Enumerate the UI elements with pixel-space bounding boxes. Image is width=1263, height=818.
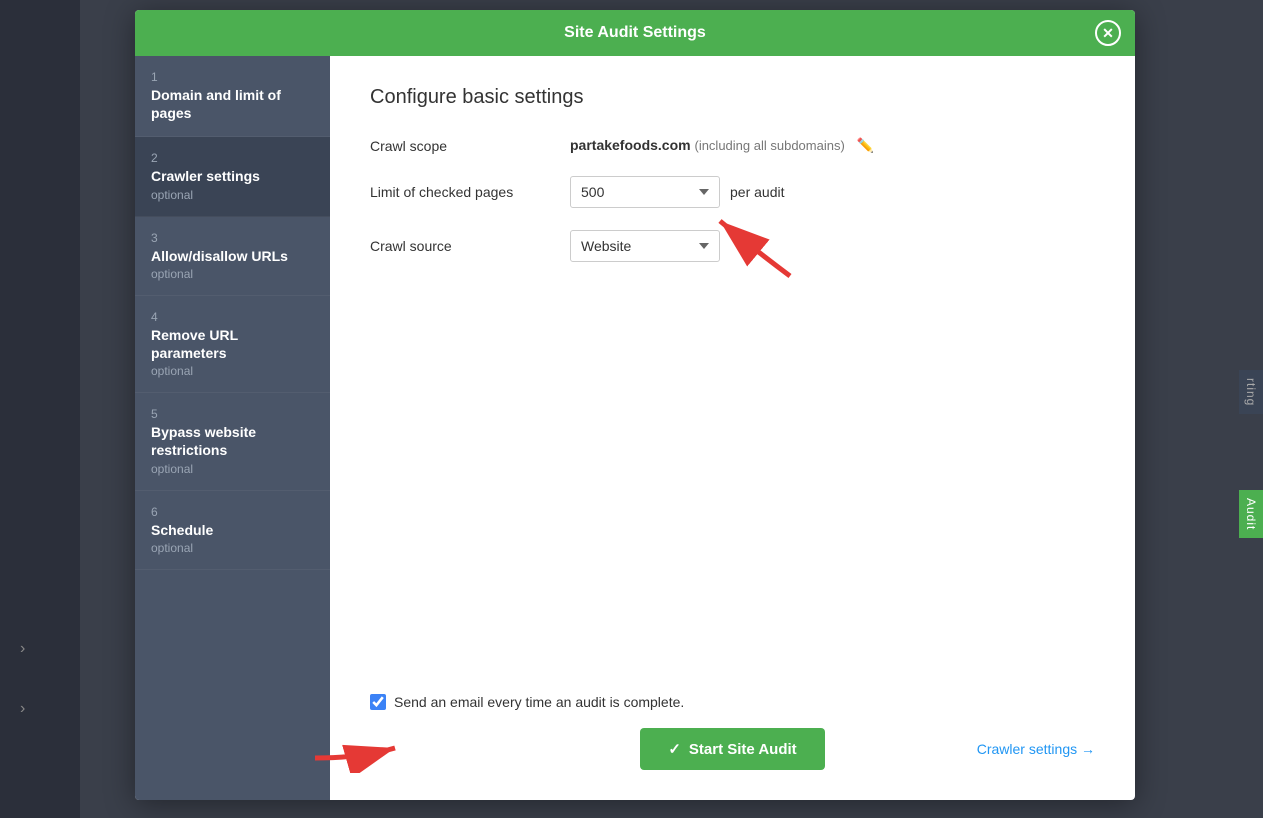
- crawl-scope-row: Crawl scope partakefoods.com (including …: [370, 137, 1095, 154]
- edit-crawl-scope-icon[interactable]: ✏️: [857, 137, 874, 153]
- nav-item-4-subtitle: optional: [151, 364, 314, 378]
- nav-item-remove-url[interactable]: 4 Remove URL parameters optional: [135, 296, 330, 393]
- nav-item-1-title: Domain and limit of pages: [151, 86, 314, 122]
- section-title: Configure basic settings: [370, 86, 1095, 109]
- settings-navigation: 1 Domain and limit of pages 2 Crawler se…: [135, 56, 330, 800]
- footer-area: Send an email every time an audit is com…: [370, 694, 1095, 770]
- nav-item-schedule[interactable]: 6 Schedule optional: [135, 491, 330, 570]
- nav-item-6-subtitle: optional: [151, 541, 314, 555]
- nav-item-2-subtitle: optional: [151, 188, 314, 202]
- nav-item-domain[interactable]: 1 Domain and limit of pages: [135, 56, 330, 137]
- site-audit-settings-modal: Site Audit Settings ✕ 1 Domain and limit…: [135, 10, 1135, 800]
- modal-title: Site Audit Settings: [564, 24, 706, 41]
- nav-item-5-number: 5: [151, 407, 314, 421]
- email-notification-row: Send an email every time an audit is com…: [370, 694, 1095, 710]
- right-audit-label[interactable]: Audit: [1239, 490, 1263, 538]
- modal-close-button[interactable]: ✕: [1095, 20, 1121, 46]
- nav-item-2-number: 2: [151, 151, 314, 165]
- sidebar-arrow-1[interactable]: ›: [20, 640, 25, 658]
- nav-item-3-subtitle: optional: [151, 267, 314, 281]
- right-reporting-label: rting: [1239, 370, 1263, 414]
- sidebar-arrow-2[interactable]: ›: [20, 700, 25, 718]
- start-audit-label: Start Site Audit: [689, 741, 797, 758]
- background-sidebar: › ›: [0, 0, 80, 818]
- nav-item-6-title: Schedule: [151, 521, 314, 539]
- email-notification-checkbox[interactable]: [370, 694, 386, 710]
- nav-item-bypass[interactable]: 5 Bypass website restrictions optional: [135, 393, 330, 490]
- crawler-settings-link[interactable]: Crawler settings →: [977, 741, 1095, 757]
- limit-pages-row: Limit of checked pages 500 per audit: [370, 176, 1095, 208]
- checkmark-icon: ✓: [668, 740, 681, 758]
- modal-body: 1 Domain and limit of pages 2 Crawler se…: [135, 56, 1135, 800]
- nav-item-2-title: Crawler settings: [151, 167, 314, 185]
- nav-item-6-number: 6: [151, 505, 314, 519]
- start-site-audit-button[interactable]: ✓ Start Site Audit: [640, 728, 824, 770]
- limit-pages-select[interactable]: 500: [570, 176, 720, 208]
- email-notification-label: Send an email every time an audit is com…: [394, 694, 684, 710]
- crawl-scope-note: (including all subdomains): [694, 138, 844, 153]
- per-audit-text: per audit: [730, 184, 784, 200]
- nav-item-3-number: 3: [151, 231, 314, 245]
- nav-item-crawler[interactable]: 2 Crawler settings optional: [135, 137, 330, 216]
- footer-actions: ✓ Start Site Audit Crawler settings →: [370, 728, 1095, 770]
- nav-item-allow-disallow[interactable]: 3 Allow/disallow URLs optional: [135, 217, 330, 296]
- crawl-source-label: Crawl source: [370, 238, 570, 254]
- crawl-source-select[interactable]: Website Sitemap Both: [570, 230, 720, 262]
- limit-pages-label: Limit of checked pages: [370, 184, 570, 200]
- modal-header: Site Audit Settings ✕: [135, 10, 1135, 56]
- modal-main-content: Configure basic settings Crawl scope par…: [330, 56, 1135, 800]
- nav-item-5-title: Bypass website restrictions: [151, 423, 314, 459]
- nav-item-5-subtitle: optional: [151, 462, 314, 476]
- crawl-scope-value: partakefoods.com (including all subdomai…: [570, 137, 874, 154]
- nav-item-4-number: 4: [151, 310, 314, 324]
- nav-item-3-title: Allow/disallow URLs: [151, 247, 314, 265]
- crawl-source-row: Crawl source Website Sitemap Both: [370, 230, 1095, 262]
- crawl-scope-label: Crawl scope: [370, 138, 570, 154]
- annotation-arrow-2: [310, 723, 410, 778]
- nav-item-1-number: 1: [151, 70, 314, 84]
- nav-item-4-title: Remove URL parameters: [151, 326, 314, 362]
- crawl-scope-domain: partakefoods.com: [570, 137, 691, 153]
